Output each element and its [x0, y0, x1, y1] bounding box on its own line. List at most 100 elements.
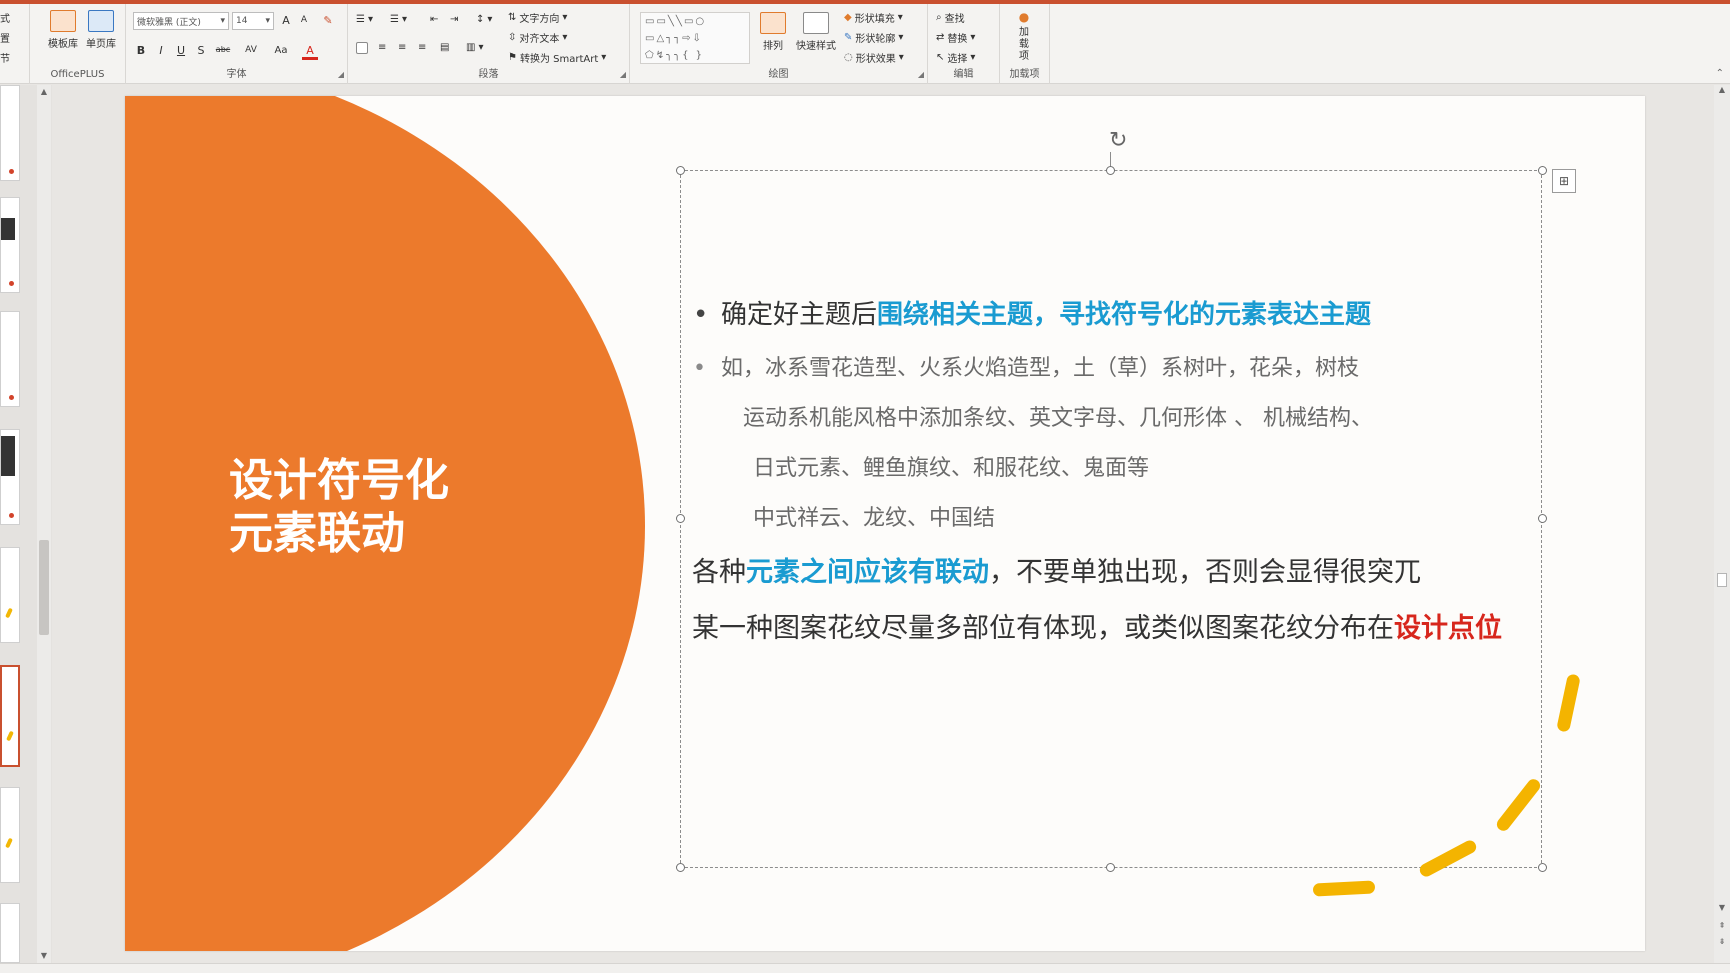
find-button[interactable]: ⌕ 查找 — [936, 10, 965, 25]
distributed-button[interactable]: ▤ — [440, 42, 449, 53]
bold-button[interactable]: B — [133, 44, 149, 57]
line-spacing-button[interactable]: ↕ ▾ — [476, 14, 492, 25]
slide-thumbnail[interactable] — [0, 787, 20, 883]
yellow-dash-decoration — [1556, 673, 1581, 733]
columns-button[interactable]: ▥ ▾ — [466, 42, 483, 53]
slide-thumbnail[interactable] — [0, 903, 20, 963]
layout-options-icon[interactable]: ⊞ — [1552, 169, 1576, 193]
drawing-dialog-launcher-icon[interactable]: ◢ — [918, 70, 924, 79]
justify-button[interactable]: ≡ — [418, 42, 426, 53]
thumbnail-scrollbar[interactable]: ▲ ▼ — [37, 85, 51, 963]
sub-line-3: 中式祥云、龙纹、中国结 — [753, 506, 996, 531]
resize-handle-bottom-left[interactable] — [676, 863, 685, 872]
group-clipped: 式 置 节 — [0, 4, 30, 84]
scroll-up-icon[interactable]: ▲ — [37, 85, 51, 99]
clipped-item-1[interactable]: 式 — [0, 10, 10, 25]
align-center-button[interactable]: ≡ — [378, 42, 386, 53]
addins-label: 加载项 — [1019, 27, 1029, 62]
decrease-indent-button[interactable]: ⇤ — [430, 14, 438, 25]
resize-handle-left[interactable] — [676, 514, 685, 523]
slide-thumbnail[interactable] — [0, 429, 20, 525]
replace-button[interactable]: ⇄ 替换 ▾ — [936, 30, 975, 45]
convert-smartart-button[interactable]: ⚑ 转换为 SmartArt ▾ — [508, 50, 606, 65]
resize-handle-bottom-right[interactable] — [1538, 863, 1547, 872]
replace-label: 替换 — [947, 34, 968, 45]
editor-scrollbar[interactable]: ▲ ▼ ⇞ ⇟ — [1714, 85, 1730, 963]
shrink-font-button[interactable]: A — [296, 15, 312, 25]
slide-thumbnail[interactable] — [0, 547, 20, 643]
numbering-icon: ☰ — [390, 14, 399, 25]
previous-slide-icon[interactable]: ⇞ — [1714, 921, 1730, 930]
slide-thumbnail-selected[interactable] — [0, 665, 20, 767]
resize-handle-right[interactable] — [1538, 514, 1547, 523]
quick-styles-label: 快速样式 — [796, 41, 836, 52]
grow-font-button[interactable]: A — [278, 14, 294, 27]
cursor-icon: ↖ — [936, 52, 945, 63]
sub-line-2: 日式元素、鲤鱼旗纹、和服花纹、鬼面等 — [753, 456, 1150, 481]
clear-format-button[interactable]: ✎ — [320, 14, 336, 27]
addins-button[interactable]: ● 加载项 — [1012, 10, 1036, 63]
slide-title[interactable]: 设计符号化 元素联动 — [229, 454, 449, 560]
resize-handle-top-right[interactable] — [1538, 166, 1547, 175]
underline-button[interactable]: U — [173, 44, 189, 57]
font-name-value: 微软雅黑 (正文) — [137, 17, 201, 28]
resize-handle-top-left[interactable] — [676, 166, 685, 175]
font-color-button[interactable]: A — [302, 44, 318, 60]
quick-styles-button[interactable]: 快速样式 — [796, 12, 836, 52]
font-dialog-launcher-icon[interactable]: ◢ — [338, 70, 344, 79]
align-right-button[interactable]: ≡ — [398, 42, 406, 53]
replace-icon: ⇄ — [936, 32, 945, 43]
change-case-button[interactable]: Aa — [268, 45, 294, 56]
resize-handle-bottom[interactable] — [1106, 863, 1115, 872]
group-label-drawing: 绘图 — [768, 69, 789, 80]
next-slide-icon[interactable]: ⇟ — [1714, 937, 1730, 946]
char-spacing-button[interactable]: AV — [238, 45, 264, 55]
scroll-down-icon[interactable]: ▼ — [37, 949, 51, 963]
group-addins: ● 加载项 加载项 — [1000, 4, 1050, 84]
paragraph-dialog-launcher-icon[interactable]: ◢ — [620, 70, 626, 79]
ribbon: 式 置 节 模板库 单页库 OfficePLUS 微软雅黑 (正文) ▾ 14 ▾ … — [0, 4, 1730, 84]
shapes-gallery[interactable]: ▭▭╲╲▭○ ▭△┐┐⇨⇩ ⬠↯╮╮{ } — [640, 12, 750, 64]
scroll-down-icon[interactable]: ▼ — [1714, 903, 1730, 912]
align-left-button[interactable] — [356, 42, 368, 54]
collapse-ribbon-icon[interactable]: ⌃ — [1716, 68, 1724, 79]
shape-effects-button[interactable]: ◌ 形状效果 ▾ — [844, 50, 904, 65]
italic-button[interactable]: I — [153, 44, 169, 57]
strikethrough-button[interactable]: abc — [212, 45, 234, 54]
font-size-select[interactable]: 14 ▾ — [232, 12, 274, 30]
slide-thumbnail[interactable] — [0, 311, 20, 407]
scroll-position-marker[interactable] — [1717, 573, 1727, 587]
smartart-icon: ⚑ — [508, 52, 517, 63]
template-library-button[interactable]: 模板库 — [48, 10, 78, 50]
text-direction-label: 文字方向 — [519, 14, 560, 25]
select-button[interactable]: ↖ 选择 ▾ — [936, 50, 975, 65]
distributed-icon: ▤ — [440, 42, 450, 53]
shape-outline-button[interactable]: ✎ 形状轮廓 ▾ — [844, 30, 903, 45]
arrange-button[interactable]: 排列 — [760, 12, 786, 52]
shape-fill-button[interactable]: ◆ 形状填充 ▾ — [844, 10, 903, 25]
group-officeplus: 模板库 单页库 OfficePLUS — [30, 4, 126, 84]
rotate-handle-icon[interactable]: ↻ — [1109, 130, 1127, 152]
para1-prefix: 各种 — [692, 557, 746, 588]
scroll-up-icon[interactable]: ▲ — [1714, 85, 1730, 94]
scrollbar-thumb[interactable] — [39, 540, 49, 635]
increase-indent-button[interactable]: ⇥ — [450, 14, 458, 25]
text-direction-button[interactable]: ⇅ 文字方向 ▾ — [508, 10, 567, 25]
resize-handle-top[interactable] — [1106, 166, 1115, 175]
align-text-button[interactable]: ⇳ 对齐文本 ▾ — [508, 30, 567, 45]
thumbnail-mark — [9, 281, 14, 286]
slide-canvas[interactable]: 设计符号化 元素联动 ↻ ⊞ • 确定好主题后围绕相关主题，寻找符号化的元素表达主… — [125, 96, 1645, 951]
slide-thumbnail[interactable] — [0, 85, 20, 181]
arrange-icon — [760, 12, 786, 34]
slide-thumbnail[interactable] — [0, 197, 20, 293]
font-name-select[interactable]: 微软雅黑 (正文) ▾ — [133, 12, 229, 30]
numbering-button[interactable]: ☰ ▾ — [390, 14, 407, 25]
bullets-button[interactable]: ☰ ▾ — [356, 14, 373, 25]
single-page-library-button[interactable]: 单页库 — [86, 10, 116, 50]
bullet-dot: • — [693, 356, 706, 381]
para1-suffix: ，不要单独出现，否则会显得很突兀 — [989, 557, 1421, 588]
shadow-button[interactable]: S — [193, 44, 209, 57]
clipped-item-2[interactable]: 置 — [0, 30, 10, 45]
clipped-item-3[interactable]: 节 — [0, 50, 10, 65]
group-font: 微软雅黑 (正文) ▾ 14 ▾ A A ✎ B I U S abc AV Aa A… — [126, 4, 348, 84]
